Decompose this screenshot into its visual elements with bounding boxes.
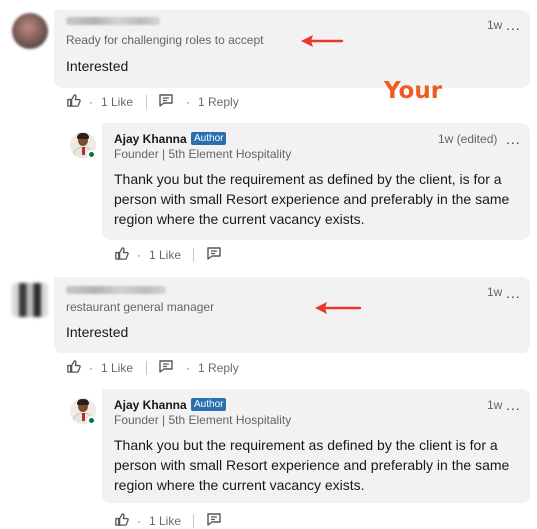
like-icon[interactable]	[66, 93, 81, 108]
divider	[146, 361, 147, 375]
more-options-icon[interactable]: ...	[506, 132, 521, 146]
reply-icon[interactable]	[158, 359, 174, 374]
commenter-name-redacted[interactable]	[66, 286, 166, 294]
like-count[interactable]: 1 Like	[149, 248, 181, 262]
separator: ·	[137, 248, 141, 262]
commenter-headline: restaurant general manager	[66, 300, 215, 314]
author-name[interactable]: Ajay Khanna	[114, 132, 187, 146]
more-options-icon[interactable]: ...	[506, 286, 521, 300]
divider	[193, 514, 194, 528]
like-count[interactable]: 1 Like	[149, 514, 181, 528]
commenter-avatar[interactable]	[12, 13, 48, 49]
reply-icon[interactable]	[206, 512, 222, 527]
author-headline: Founder | 5th Element Hospitality	[114, 413, 292, 427]
online-status-icon	[87, 150, 96, 159]
more-options-icon[interactable]: ...	[506, 18, 521, 32]
reply-count[interactable]: 1 Reply	[198, 95, 239, 109]
commenter-avatar[interactable]	[12, 283, 48, 317]
separator: ·	[186, 361, 190, 375]
comment-text: Interested	[66, 58, 129, 74]
reply-timestamp[interactable]: 1w	[487, 398, 502, 412]
like-icon[interactable]	[114, 246, 129, 261]
reply-text: Thank you but the requirement as defined…	[114, 437, 510, 493]
arrow-icon	[301, 35, 344, 47]
author-headline: Founder | 5th Element Hospitality	[114, 147, 292, 161]
author-badge: Author	[191, 398, 227, 411]
online-status-icon	[87, 416, 96, 425]
divider	[193, 248, 194, 262]
annotation-label: Your	[384, 78, 443, 104]
more-options-icon[interactable]: ...	[506, 398, 521, 412]
commenter-name-redacted[interactable]	[66, 17, 160, 25]
reply-icon[interactable]	[158, 93, 174, 108]
reply-text: Thank you but the requirement as defined…	[114, 171, 510, 227]
arrow-icon	[315, 302, 362, 314]
separator: ·	[137, 514, 141, 528]
comment-timestamp[interactable]: 1w	[487, 18, 502, 32]
reply-count[interactable]: 1 Reply	[198, 361, 239, 375]
comment-timestamp[interactable]: 1w	[487, 285, 502, 299]
separator: ·	[186, 95, 190, 109]
like-icon[interactable]	[66, 359, 81, 374]
commenter-headline: Ready for challenging roles to accept	[66, 33, 264, 47]
reply-timestamp[interactable]: 1w (edited)	[438, 132, 497, 146]
separator: ·	[89, 95, 93, 109]
like-icon[interactable]	[114, 512, 129, 527]
comment-text: Interested	[66, 324, 129, 340]
reply-icon[interactable]	[206, 246, 222, 261]
divider	[146, 95, 147, 109]
author-name[interactable]: Ajay Khanna	[114, 398, 187, 412]
separator: ·	[89, 361, 93, 375]
like-count[interactable]: 1 Like	[101, 361, 133, 375]
like-count[interactable]: 1 Like	[101, 95, 133, 109]
author-badge: Author	[191, 132, 227, 145]
